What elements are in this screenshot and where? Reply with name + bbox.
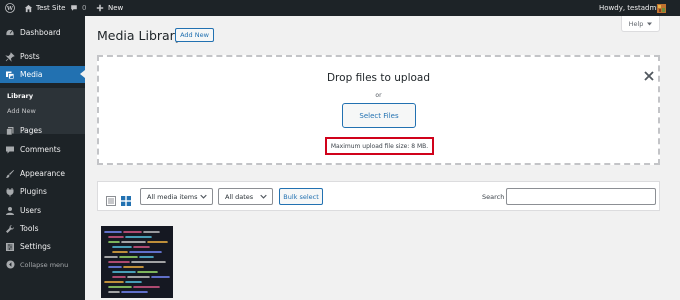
- users-icon: [5, 206, 15, 216]
- upload-drop-zone[interactable]: Drop files to upload or Select Files Max…: [97, 55, 660, 165]
- pin-icon: [5, 51, 15, 62]
- wordpress-logo-icon[interactable]: W: [5, 0, 15, 16]
- pages-icon: [5, 126, 15, 136]
- sidebar-item-pages[interactable]: Pages: [0, 122, 85, 139]
- sidebar-item-label: Tools: [20, 224, 39, 233]
- list-view-icon[interactable]: [106, 191, 116, 206]
- collapse-menu-button[interactable]: Collapse menu: [0, 256, 85, 273]
- sidebar-item-label: Plugins: [20, 187, 47, 196]
- bulk-select-button[interactable]: Bulk select: [279, 188, 323, 205]
- site-name-link[interactable]: Test Site: [36, 0, 65, 16]
- search-input[interactable]: [506, 188, 656, 205]
- sidebar-item-dashboard[interactable]: Dashboard: [0, 24, 85, 41]
- sidebar-item-label: Posts: [20, 52, 40, 61]
- avatar[interactable]: [657, 0, 666, 16]
- sidebar-item-settings[interactable]: Settings: [0, 238, 85, 255]
- sidebar-item-media[interactable]: Media: [0, 66, 85, 83]
- submenu-item-library[interactable]: Library: [7, 92, 33, 100]
- sidebar-item-posts[interactable]: Posts: [0, 48, 85, 65]
- help-tab-button[interactable]: Help: [621, 16, 660, 32]
- sidebar-item-label: Appearance: [20, 169, 66, 178]
- new-content-link[interactable]: New: [108, 0, 123, 16]
- chevron-down-icon: [260, 193, 267, 202]
- page-title: Media Library: [97, 28, 183, 43]
- admin-bar: W Test Site 0 New Howdy, testadmin: [0, 0, 680, 16]
- sidebar-item-label: Comments: [20, 145, 61, 154]
- plus-icon[interactable]: [96, 0, 104, 16]
- plug-icon: [5, 187, 15, 197]
- settings-icon: [5, 242, 15, 252]
- sidebar-item-comments[interactable]: Comments: [0, 141, 85, 158]
- comment-bubble-icon[interactable]: [70, 0, 78, 16]
- sidebar-item-label: Dashboard: [20, 28, 61, 37]
- sidebar-item-appearance[interactable]: Appearance: [0, 165, 85, 182]
- dropdown-arrow-icon: [647, 20, 653, 28]
- search-label: Search: [482, 193, 505, 201]
- grid-view-icon[interactable]: [121, 191, 131, 206]
- active-menu-arrow: [80, 70, 85, 78]
- comments-count[interactable]: 0: [82, 0, 86, 16]
- sidebar-item-plugins[interactable]: Plugins: [0, 183, 85, 200]
- code-screenshot-image: [101, 226, 173, 298]
- date-filter-value: All dates: [225, 192, 254, 201]
- submenu-item-add-new[interactable]: Add New: [7, 107, 36, 115]
- drop-files-heading: Drop files to upload: [326, 72, 431, 84]
- media-icon: [5, 70, 15, 80]
- comments-icon: [5, 145, 15, 155]
- sidebar-item-label: Pages: [20, 126, 43, 135]
- dashboard-icon: [5, 28, 15, 38]
- sidebar-item-label: Settings: [20, 242, 51, 251]
- help-label: Help: [628, 19, 644, 28]
- media-type-filter-value: All media items: [147, 192, 198, 201]
- date-filter[interactable]: All dates: [218, 188, 273, 205]
- media-toolbar: All media items All dates Bulk select Se…: [97, 181, 660, 211]
- site-home-icon[interactable]: [24, 0, 33, 16]
- chevron-down-icon: [200, 193, 207, 202]
- sidebar-item-label: Users: [20, 206, 42, 215]
- max-upload-size-note: Maximum upload file size: 8 MB.: [325, 137, 434, 155]
- add-new-button[interactable]: Add New: [175, 28, 214, 42]
- account-greeting[interactable]: Howdy, testadmin: [599, 0, 663, 16]
- admin-sidebar: Dashboard Posts Media Library Add New Pa…: [0, 16, 85, 300]
- media-thumbnail[interactable]: [101, 226, 173, 298]
- or-separator: or: [375, 92, 382, 99]
- page-scrollbar[interactable]: [672, 16, 680, 300]
- collapse-menu-label: Collapse menu: [20, 260, 69, 269]
- media-type-filter[interactable]: All media items: [140, 188, 213, 205]
- wrench-icon: [5, 224, 15, 234]
- brush-icon: [5, 169, 15, 179]
- sidebar-item-tools[interactable]: Tools: [0, 220, 85, 237]
- sidebar-item-users[interactable]: Users: [0, 202, 85, 219]
- collapse-arrow-icon: [5, 260, 15, 270]
- sidebar-item-label: Media: [20, 70, 43, 79]
- svg-text:W: W: [6, 6, 14, 12]
- select-files-button[interactable]: Select Files: [342, 103, 416, 128]
